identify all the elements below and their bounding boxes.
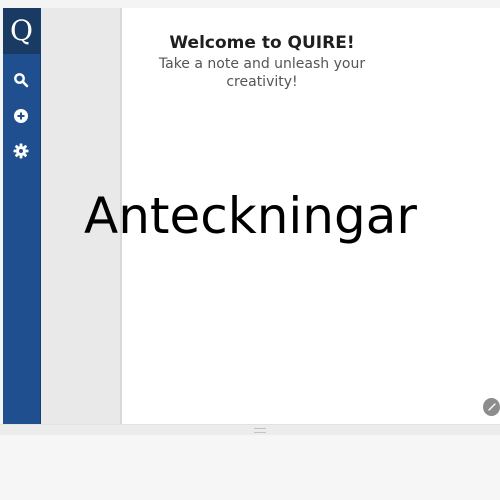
app-window: Q Welcome to QUIRE! Take a note and unle… bbox=[0, 0, 500, 500]
welcome-title: Welcome to QUIRE! bbox=[169, 33, 355, 53]
search-icon bbox=[14, 73, 29, 88]
resize-grip-icon[interactable] bbox=[254, 428, 266, 433]
app-logo[interactable]: Q bbox=[3, 8, 40, 54]
edit-note-button[interactable] bbox=[483, 398, 500, 416]
gear-icon bbox=[13, 143, 29, 159]
bottom-panel bbox=[0, 435, 500, 500]
sidebar: Q bbox=[3, 8, 41, 424]
sidebar-settings-button[interactable] bbox=[12, 142, 30, 160]
logo-letter: Q bbox=[10, 14, 33, 47]
sidebar-search-button[interactable] bbox=[12, 71, 30, 89]
pencil-icon bbox=[487, 403, 496, 411]
add-circle-icon bbox=[14, 109, 28, 123]
bottom-resize-bar[interactable] bbox=[0, 424, 500, 435]
sidebar-new-note-button[interactable] bbox=[12, 107, 30, 125]
welcome-subtitle: Take a note and unleash your creativity! bbox=[158, 56, 366, 90]
top-strip bbox=[0, 0, 500, 8]
overlay-label: Anteckningar bbox=[84, 187, 417, 245]
